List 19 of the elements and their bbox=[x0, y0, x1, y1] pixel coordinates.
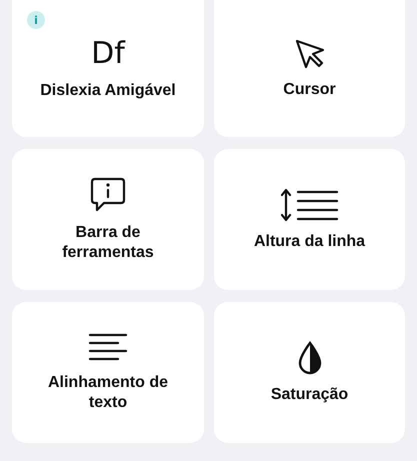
card-label: Cursor bbox=[283, 80, 336, 100]
feature-card[interactable]: Cursor bbox=[214, 0, 405, 137]
cursor-icon bbox=[294, 38, 326, 70]
info-bubble-icon bbox=[90, 176, 126, 212]
feature-card[interactable]: Saturação bbox=[214, 302, 405, 443]
font-glyph-icon: Df bbox=[91, 36, 125, 70]
card-label: Dislexia Amigável bbox=[40, 80, 176, 100]
card-label: Altura da linha bbox=[254, 232, 366, 252]
drop-icon bbox=[296, 340, 322, 374]
feature-card[interactable]: i Df Dislexia Amigável bbox=[12, 0, 204, 137]
align-left-icon bbox=[88, 332, 128, 362]
info-badge: i bbox=[27, 11, 45, 29]
feature-card[interactable]: Altura da linha bbox=[214, 149, 405, 290]
line-height-icon bbox=[280, 188, 338, 222]
card-label: Alinhamento de texto bbox=[46, 372, 169, 412]
card-label: Saturação bbox=[270, 384, 348, 404]
feature-card[interactable]: Barra de ferramentas bbox=[12, 149, 204, 290]
feature-card[interactable]: Alinhamento de texto bbox=[12, 302, 204, 443]
card-label: Barra de ferramentas bbox=[61, 222, 155, 262]
